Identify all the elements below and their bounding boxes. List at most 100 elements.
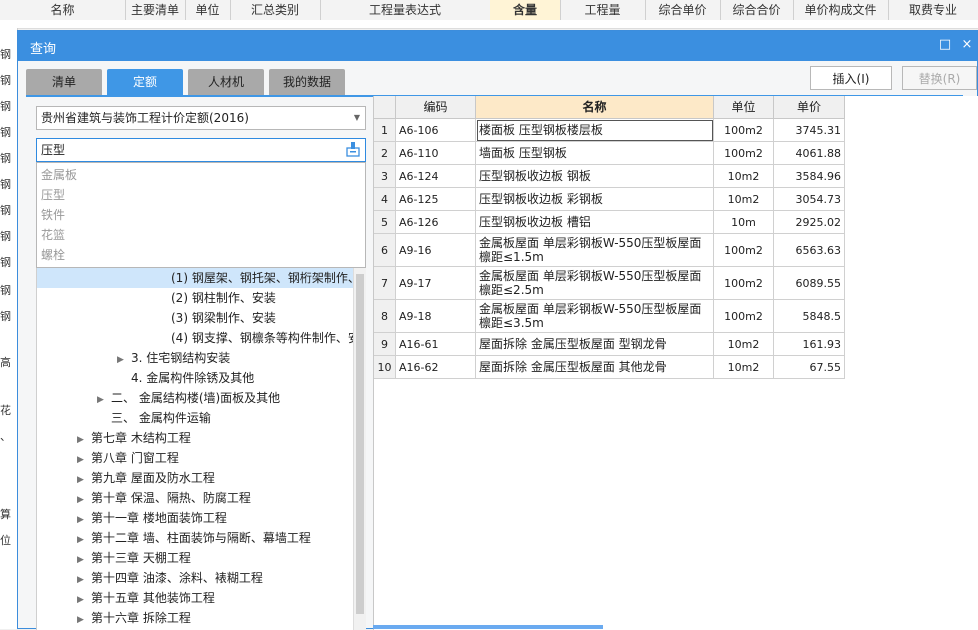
expand-arrow-icon[interactable]: ▶ [77,610,91,630]
table-row[interactable]: 8 A9-18 金属板屋面 单层彩钢板W-550压型板屋面 檩距≤3.5m 100m2… [374,300,845,333]
tree-node[interactable]: ▶ 第十二章 墙、柱面装饰与隔断、幕墙工程 [37,528,354,548]
table-row[interactable]: 7 A9-17 金属板屋面 单层彩钢板W-550压型板屋面 檩距≤2.5m 100m2… [374,267,845,300]
cell-code[interactable]: A16-62 [396,356,476,379]
tab-quota[interactable]: 定额 [107,69,183,95]
bg-left-cell[interactable]: 钢 [0,122,17,144]
cell-unit[interactable]: 10m [714,211,774,234]
tab-labor-material[interactable]: 人材机 [188,69,264,95]
suggestion-item[interactable]: 螺栓 [41,245,65,265]
tree-node[interactable]: ▶ 二、 金属结构楼(墙)面板及其他 [37,388,354,408]
tab-my-data[interactable]: 我的数据 [269,69,345,95]
cell-code[interactable]: A6-125 [396,188,476,211]
tree-node[interactable]: (4) 钢支撑、钢檩条等构件制作、安装 [37,328,354,348]
search-input[interactable]: 压型 [36,138,366,162]
expand-arrow-icon[interactable]: ▶ [77,550,91,570]
row-number[interactable]: 1 [374,119,396,142]
bg-col-price-file[interactable]: 单价构成文件 [793,0,889,20]
cell-price[interactable]: 2925.02 [774,211,845,234]
cell-code[interactable]: A6-126 [396,211,476,234]
cell-name[interactable]: 压型钢板收边板 钢板 [476,165,714,188]
cell-price[interactable]: 3054.73 [774,188,845,211]
table-row[interactable]: 1 A6-106 楼面板 压型钢板楼层板 100m2 3745.31 [374,119,845,142]
close-icon[interactable]: × [957,35,977,55]
suggestion-item[interactable]: 花篮 [41,225,65,245]
row-number[interactable]: 6 [374,234,396,267]
expand-arrow-icon[interactable]: ▶ [77,510,91,530]
cell-name[interactable]: 压型钢板收边板 彩钢板 [476,188,714,211]
expand-arrow-icon[interactable]: ▶ [77,470,91,490]
bg-left-cell[interactable]: 钢 [0,44,17,66]
grid-header-name[interactable]: 名称 [476,96,714,119]
cell-name[interactable]: 墙面板 压型钢板 [476,142,714,165]
cell-name[interactable]: 屋面拆除 金属压型板屋面 其他龙骨 [476,356,714,379]
cell-price[interactable]: 6563.63 [774,234,845,267]
bg-col-total-price[interactable]: 综合合价 [720,0,794,20]
bg-left-cell[interactable]: 花 [0,400,17,422]
bg-col-name[interactable]: 名称 [0,0,126,20]
expand-arrow-icon[interactable]: ▶ [77,590,91,610]
cell-code[interactable]: A6-124 [396,165,476,188]
cell-unit[interactable]: 100m2 [714,142,774,165]
bg-left-cell[interactable]: 钢 [0,96,17,118]
tree-node[interactable]: ▶ 第八章 门窗工程 [37,448,354,468]
table-row[interactable]: 6 A9-16 金属板屋面 单层彩钢板W-550压型板屋面 檩距≤1.5m 100m2… [374,234,845,267]
replace-button[interactable]: 替换(R) [902,66,977,90]
bg-left-cell[interactable]: 算 [0,504,17,526]
tree-node[interactable]: ▶ 第九章 屋面及防水工程 [37,468,354,488]
cell-unit[interactable]: 100m2 [714,300,774,333]
tree-node[interactable]: ▶ 第十五章 其他装饰工程 [37,588,354,608]
cell-unit[interactable]: 100m2 [714,234,774,267]
expand-arrow-icon[interactable]: ▶ [117,350,131,370]
row-number[interactable]: 10 [374,356,396,379]
bg-left-cell[interactable]: 钢 [0,306,17,328]
cell-code[interactable]: A6-106 [396,119,476,142]
tab-bill[interactable]: 清单 [26,69,102,95]
cell-name[interactable]: 楼面板 压型钢板楼层板 [476,119,714,142]
dialog-titlebar[interactable]: 查询 □ × [18,31,977,61]
expand-arrow-icon[interactable]: ▶ [77,530,91,550]
grid-header-price[interactable]: 单价 [774,96,845,119]
tree-node[interactable]: 三、 金属构件运输 [37,408,354,428]
tree-node[interactable]: 4. 金属构件除锈及其他 [37,368,354,388]
cell-unit[interactable]: 10m2 [714,356,774,379]
tree-node[interactable]: (3) 钢梁制作、安装 [37,308,354,328]
grid-header-unit[interactable]: 单位 [714,96,774,119]
tree-node[interactable]: ▶ 第十章 保温、隔热、防腐工程 [37,488,354,508]
row-number[interactable]: 7 [374,267,396,300]
row-number[interactable]: 5 [374,211,396,234]
bg-left-cell[interactable]: 高 [0,352,17,374]
bg-col-unit-price[interactable]: 综合单价 [645,0,721,20]
suggestion-item[interactable]: 铁件 [41,205,65,225]
row-number[interactable]: 9 [374,333,396,356]
bg-left-cell[interactable]: 位 [0,530,17,552]
bg-col-unit[interactable]: 单位 [185,0,231,20]
bg-col-quantity[interactable]: 工程量 [560,0,646,20]
tree-node[interactable]: ▶ 第十三章 天棚工程 [37,548,354,568]
grid-header-code[interactable]: 编码 [396,96,476,119]
bg-col-quantity-expr[interactable]: 工程量表达式 [320,0,491,20]
row-number[interactable]: 4 [374,188,396,211]
table-row[interactable]: 3 A6-124 压型钢板收边板 钢板 10m2 3584.96 [374,165,845,188]
cell-name[interactable]: 金属板屋面 单层彩钢板W-550压型板屋面 檩距≤3.5m [476,300,714,333]
cell-code[interactable]: A6-110 [396,142,476,165]
table-row[interactable]: 5 A6-126 压型钢板收边板 槽铝 10m 2925.02 [374,211,845,234]
expand-arrow-icon[interactable]: ▶ [77,570,91,590]
row-number[interactable]: 3 [374,165,396,188]
tree-node[interactable]: ▶ 第七章 木结构工程 [37,428,354,448]
tree-scrollbar-thumb[interactable] [356,274,364,614]
tree-node[interactable]: ▶ 第十一章 楼地面装饰工程 [37,508,354,528]
tree-scrollbar[interactable] [353,268,366,630]
expand-arrow-icon[interactable]: ▶ [77,450,91,470]
chevron-down-icon[interactable]: ▼ [354,107,360,129]
insert-button[interactable]: 插入(I) [810,66,892,90]
cell-code[interactable]: A9-16 [396,234,476,267]
expand-arrow-icon[interactable]: ▶ [77,490,91,510]
bg-col-summary-type[interactable]: 汇总类别 [230,0,321,20]
cell-code[interactable]: A9-17 [396,267,476,300]
cell-name[interactable]: 金属板屋面 单层彩钢板W-550压型板屋面 檩距≤1.5m [476,234,714,267]
bg-left-cell[interactable]: 钢 [0,174,17,196]
tree-node[interactable]: ▶ 第十六章 拆除工程 [37,608,354,628]
cell-price[interactable]: 3584.96 [774,165,845,188]
table-row[interactable]: 9 A16-61 屋面拆除 金属压型板屋面 型钢龙骨 10m2 161.93 [374,333,845,356]
search-icon[interactable] [346,141,360,157]
